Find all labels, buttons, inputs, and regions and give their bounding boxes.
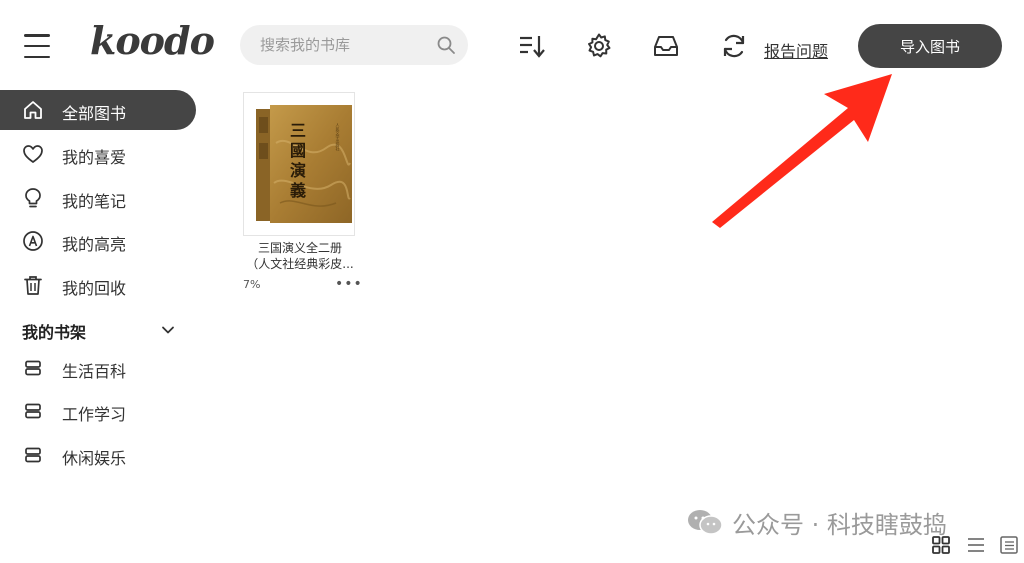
app-logo: koodo <box>90 18 215 63</box>
sidebar-item-all-books[interactable]: 全部图书 <box>0 90 196 130</box>
sidebar-item-favorites[interactable]: 我的喜爱 <box>0 134 196 174</box>
sidebar-item-label: 休闲娱乐 <box>62 449 127 468</box>
report-issue-link[interactable]: 报告问题 <box>764 38 828 62</box>
wechat-icon <box>688 510 723 535</box>
trash-icon <box>24 276 42 295</box>
shelf-section-title: 我的书架 <box>22 323 87 342</box>
highlight-icon <box>23 231 43 251</box>
more-options-icon[interactable]: ••• <box>335 276 363 292</box>
grid-view-icon[interactable] <box>930 534 952 556</box>
sidebar-item-label: 全部图书 <box>62 104 127 123</box>
sidebar-item-highlights[interactable]: 我的高亮 <box>0 221 196 261</box>
sidebar: 全部图书 我的喜爱 我的笔记 我的高亮 我的回收 我的书架 生活百科 工作学习 … <box>0 88 200 488</box>
search-box <box>240 25 468 65</box>
sidebar-item-label: 我的高亮 <box>62 235 127 254</box>
top-bar: koodo 报告问题 导入图书 <box>0 0 1024 90</box>
sidebar-item-label: 我的喜爱 <box>62 148 127 167</box>
book-title-line: 三国演义全二册 <box>257 241 342 255</box>
sidebar-shelf-life[interactable]: 生活百科 <box>0 348 196 388</box>
book-cover-frame[interactable]: 人民文学出版社 三國演義 <box>243 92 355 236</box>
sync-icon[interactable] <box>720 32 748 60</box>
search-icon[interactable] <box>436 35 456 55</box>
shelf-icon <box>25 447 41 463</box>
cover-list-view-icon[interactable] <box>998 534 1020 556</box>
sidebar-item-label: 我的笔记 <box>62 192 127 211</box>
gear-icon[interactable] <box>585 32 613 60</box>
sidebar-item-label: 工作学习 <box>62 405 127 424</box>
watermark: 公众号 · 科技瞎鼓捣 <box>686 505 947 539</box>
sidebar-shelf-leisure[interactable]: 休闲娱乐 <box>0 435 196 475</box>
book-title-line: （人文社经典彩皮... <box>246 257 354 271</box>
shelf-icon <box>25 403 41 419</box>
watermark-text: 公众号 · 科技瞎鼓捣 <box>732 510 947 539</box>
list-view-icon[interactable] <box>965 534 987 556</box>
import-books-button[interactable]: 导入图书 <box>858 24 1002 68</box>
chevron-down-icon[interactable] <box>160 322 176 338</box>
search-input[interactable] <box>240 25 430 65</box>
sidebar-item-label: 生活百科 <box>62 362 127 381</box>
menu-icon[interactable] <box>24 34 50 58</box>
book-cover-title: 三國演義 <box>289 121 306 200</box>
home-icon <box>24 101 42 119</box>
sort-icon[interactable] <box>518 32 546 60</box>
svg-text:人民文学出版社: 人民文学出版社 <box>336 123 341 152</box>
bulb-icon <box>25 188 41 208</box>
book-progress: 7% <box>243 278 261 291</box>
shelf-icon <box>25 360 41 376</box>
sidebar-item-trash[interactable]: 我的回收 <box>0 265 196 305</box>
sidebar-item-notes[interactable]: 我的笔记 <box>0 178 196 218</box>
book-title[interactable]: 三国演义全二册 （人文社经典彩皮... <box>243 240 357 272</box>
heart-icon <box>23 145 43 163</box>
inbox-icon[interactable] <box>652 32 680 60</box>
sidebar-item-label: 我的回收 <box>62 279 127 298</box>
sidebar-shelf-work[interactable]: 工作学习 <box>0 391 196 431</box>
